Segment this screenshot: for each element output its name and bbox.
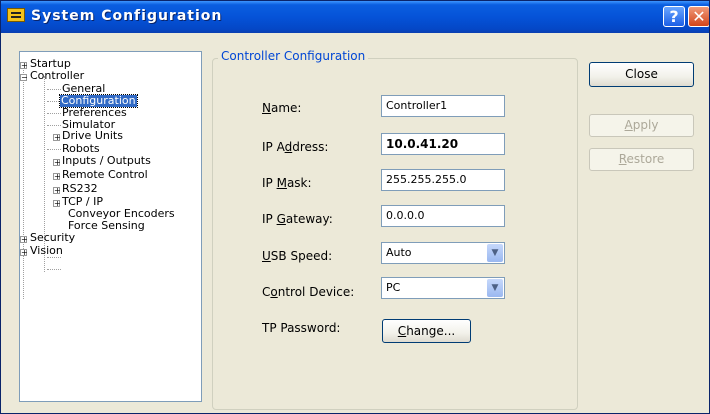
expand-icon[interactable]: +: [20, 236, 28, 244]
usb-speed-label: USB Speed:: [262, 249, 333, 263]
help-button[interactable]: ?: [663, 6, 685, 27]
usb-speed-value: Auto: [386, 246, 412, 259]
tree-item-security[interactable]: Security: [29, 232, 76, 244]
ip-gateway-label: IP Gateway:: [262, 212, 333, 226]
expand-icon[interactable]: +: [53, 173, 61, 181]
expand-icon[interactable]: +: [53, 200, 61, 208]
close-icon: ✕: [692, 7, 706, 26]
chevron-down-icon[interactable]: ▼: [487, 244, 503, 262]
app-icon: [7, 8, 25, 22]
system-configuration-window: System Configuration ? ✕ + Startup − Con…: [0, 0, 710, 414]
apply-button[interactable]: Apply: [589, 114, 694, 137]
collapse-icon[interactable]: −: [20, 74, 28, 82]
expand-icon[interactable]: +: [20, 249, 28, 257]
tp-password-label: TP Password:: [262, 321, 341, 335]
tree-item-inputs-outputs[interactable]: Inputs / Outputs: [61, 155, 152, 167]
ip-mask-input[interactable]: 255.255.255.0: [381, 169, 505, 191]
title-bar[interactable]: System Configuration ? ✕: [1, 1, 709, 33]
tree-item-controller[interactable]: Controller: [29, 70, 85, 82]
expand-icon[interactable]: +: [53, 159, 61, 167]
name-input[interactable]: Controller1: [381, 95, 505, 117]
tree-item-force-sensing[interactable]: Force Sensing: [67, 220, 146, 232]
expand-icon[interactable]: +: [53, 187, 61, 195]
expand-icon[interactable]: +: [53, 134, 61, 142]
ip-mask-label: IP Mask:: [262, 176, 312, 190]
change-password-button[interactable]: Change...: [382, 319, 471, 343]
tree-item-rs232[interactable]: RS232: [61, 183, 99, 195]
group-legend: Controller Configuration: [218, 49, 369, 63]
window-close-button[interactable]: ✕: [688, 6, 709, 27]
name-label: Name:: [262, 101, 302, 115]
help-icon: ?: [669, 7, 679, 26]
ip-address-label: IP Address:: [262, 140, 329, 154]
chevron-down-icon[interactable]: ▼: [487, 279, 503, 297]
ip-gateway-input[interactable]: 0.0.0.0: [381, 205, 505, 227]
tree-item-drive-units[interactable]: Drive Units: [61, 130, 124, 142]
tree-item-vision[interactable]: Vision: [29, 245, 64, 257]
control-device-select[interactable]: PC ▼: [381, 277, 505, 299]
settings-tree[interactable]: + Startup − Controller General Configura…: [19, 51, 202, 402]
tree-item-remote-control[interactable]: Remote Control: [61, 169, 149, 181]
window-title: System Configuration: [31, 8, 223, 24]
close-button[interactable]: Close: [589, 62, 694, 87]
control-device-label: Control Device:: [262, 285, 355, 299]
tree-line: [23, 66, 24, 299]
ip-address-input[interactable]: 10.0.41.20: [381, 133, 505, 155]
expand-icon[interactable]: +: [20, 62, 28, 70]
control-device-value: PC: [386, 281, 401, 294]
restore-button[interactable]: Restore: [589, 148, 694, 171]
usb-speed-select[interactable]: Auto ▼: [381, 242, 505, 264]
